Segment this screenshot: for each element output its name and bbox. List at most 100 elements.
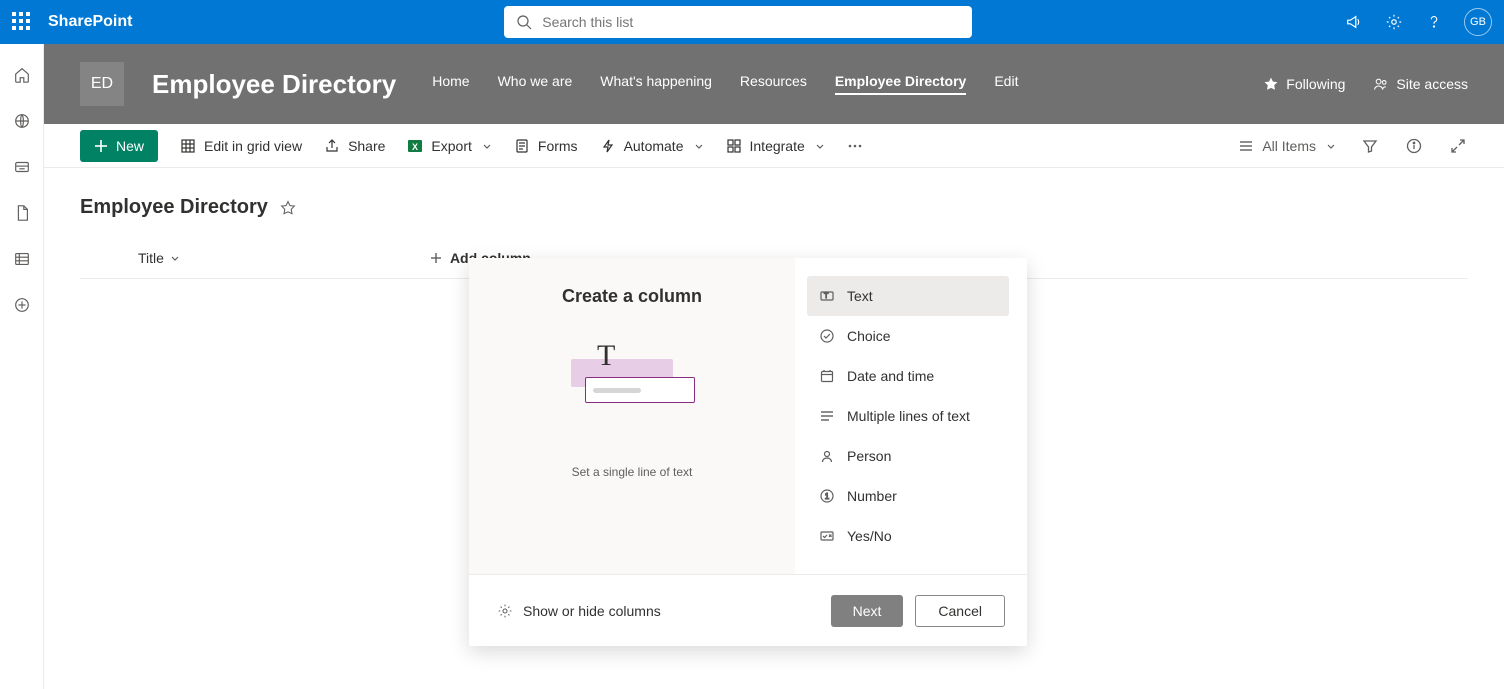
chevron-down-icon [170, 253, 180, 263]
filter-button[interactable] [1360, 136, 1380, 156]
globe-icon[interactable] [13, 112, 31, 130]
forms-label: Forms [538, 138, 578, 154]
edit-grid-button[interactable]: Edit in grid view [180, 138, 302, 154]
info-icon [1406, 138, 1422, 154]
export-button[interactable]: X Export [407, 138, 491, 154]
type-yesno[interactable]: Yes/No [807, 516, 1009, 556]
chevron-down-icon [1326, 141, 1336, 151]
share-label: Share [348, 138, 385, 154]
type-multiline[interactable]: Multiple lines of text [807, 396, 1009, 436]
cancel-button[interactable]: Cancel [915, 595, 1005, 627]
following-label: Following [1286, 76, 1345, 92]
integrate-button[interactable]: Integrate [726, 138, 825, 154]
svg-text:X: X [412, 142, 418, 152]
search-icon [516, 14, 532, 30]
type-number-label: Number [847, 488, 897, 504]
excel-icon: X [407, 138, 423, 154]
text-icon: T [819, 288, 835, 304]
user-avatar[interactable]: GB [1464, 8, 1492, 36]
show-hide-label: Show or hide columns [523, 603, 661, 619]
edit-grid-label: Edit in grid view [204, 138, 302, 154]
forms-button[interactable]: Forms [514, 138, 578, 154]
search-box[interactable] [504, 6, 972, 38]
search-input[interactable] [542, 14, 960, 30]
nav-home[interactable]: Home [432, 73, 469, 95]
automate-icon [600, 138, 616, 154]
panel-description: Set a single line of text [572, 465, 693, 479]
gear-icon[interactable] [1384, 12, 1404, 32]
number-icon: 1 [819, 488, 835, 504]
type-choice-label: Choice [847, 328, 891, 344]
favorite-button[interactable] [280, 200, 296, 216]
export-label: Export [431, 138, 471, 154]
type-text-label: Text [847, 288, 873, 304]
nav-whats-happening[interactable]: What's happening [600, 73, 712, 95]
column-header-title[interactable]: Title [138, 250, 180, 266]
more-icon [847, 138, 863, 154]
person-icon [819, 448, 835, 464]
site-access-button[interactable]: Site access [1373, 76, 1468, 92]
lists-icon[interactable] [13, 250, 31, 268]
home-icon[interactable] [13, 66, 31, 84]
type-date[interactable]: Date and time [807, 356, 1009, 396]
type-multiline-label: Multiple lines of text [847, 408, 970, 424]
panel-heading: Create a column [562, 286, 702, 307]
nav-employee-directory[interactable]: Employee Directory [835, 73, 967, 95]
nav-who-we-are[interactable]: Who we are [498, 73, 573, 95]
new-button[interactable]: New [80, 130, 158, 162]
list-icon [1238, 138, 1254, 154]
type-yesno-label: Yes/No [847, 528, 892, 544]
info-button[interactable] [1404, 136, 1424, 156]
view-label: All Items [1262, 138, 1316, 154]
view-selector[interactable]: All Items [1238, 138, 1336, 154]
app-launcher-icon[interactable] [12, 12, 32, 32]
share-button[interactable]: Share [324, 138, 385, 154]
yesno-icon [819, 528, 835, 544]
news-icon[interactable] [13, 158, 31, 176]
show-hide-columns-button[interactable]: Show or hide columns [497, 603, 661, 619]
help-icon[interactable] [1424, 12, 1444, 32]
star-filled-icon [1263, 76, 1279, 92]
nav-edit[interactable]: Edit [994, 73, 1018, 95]
form-icon [514, 138, 530, 154]
people-icon [1373, 76, 1389, 92]
integrate-icon [726, 138, 742, 154]
automate-label: Automate [624, 138, 684, 154]
type-choice[interactable]: Choice [807, 316, 1009, 356]
plus-icon [94, 139, 108, 153]
column-title-label: Title [138, 250, 164, 266]
automate-button[interactable]: Automate [600, 138, 704, 154]
create-column-panel: Create a column T Set a single line of t… [469, 258, 1027, 646]
chevron-down-icon [694, 141, 704, 151]
chevron-down-icon [815, 141, 825, 151]
chevron-down-icon [482, 141, 492, 151]
expand-icon [1450, 138, 1466, 154]
site-name[interactable]: Employee Directory [152, 69, 396, 100]
gear-icon [497, 603, 513, 619]
choice-icon [819, 328, 835, 344]
type-number[interactable]: 1 Number [807, 476, 1009, 516]
expand-button[interactable] [1448, 136, 1468, 156]
star-outline-icon [280, 200, 296, 216]
nav-resources[interactable]: Resources [740, 73, 807, 95]
type-text[interactable]: T Text [807, 276, 1009, 316]
overflow-button[interactable] [847, 138, 863, 154]
grid-icon [180, 138, 196, 154]
app-name: SharePoint [48, 13, 132, 31]
files-icon[interactable] [13, 204, 31, 222]
following-button[interactable]: Following [1263, 76, 1345, 92]
next-button[interactable]: Next [831, 595, 904, 627]
type-person[interactable]: Person [807, 436, 1009, 476]
type-person-label: Person [847, 448, 891, 464]
svg-text:1: 1 [825, 492, 830, 501]
site-access-label: Site access [1396, 76, 1468, 92]
left-nav [0, 44, 44, 689]
add-icon[interactable] [13, 296, 31, 314]
svg-text:T: T [824, 293, 829, 300]
column-type-illustration: T [567, 347, 697, 417]
filter-icon [1362, 138, 1378, 154]
multiline-icon [819, 408, 835, 424]
plus-icon [430, 252, 442, 264]
type-date-label: Date and time [847, 368, 934, 384]
megaphone-icon[interactable] [1344, 12, 1364, 32]
